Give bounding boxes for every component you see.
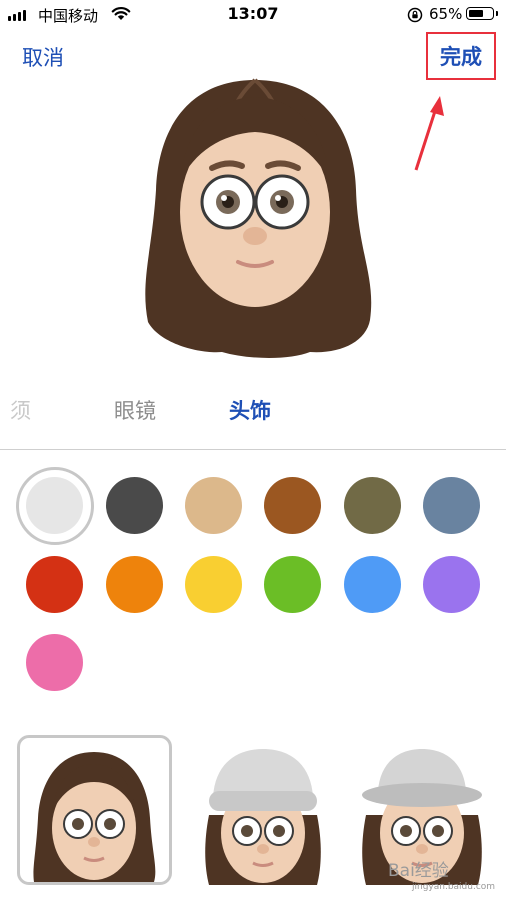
annotation-arrow-icon <box>414 96 444 171</box>
rotation-lock-icon <box>407 7 423 23</box>
done-button[interactable]: 完成 <box>426 32 496 80</box>
color-swatch[interactable] <box>106 556 163 613</box>
color-swatch[interactable] <box>26 556 83 613</box>
color-swatch[interactable] <box>185 556 242 613</box>
watermark-url: jingyan.baidu.com <box>412 882 496 892</box>
tab-glasses[interactable]: 眼镜 <box>114 395 156 425</box>
battery-percent: 65% <box>429 5 463 23</box>
avatar-beanie-thumbnail <box>205 749 321 885</box>
category-tabs: 须 眼镜 头饰 <box>0 395 506 429</box>
color-swatch[interactable] <box>344 477 401 534</box>
color-swatch[interactable] <box>26 634 83 691</box>
color-swatch[interactable] <box>26 477 83 534</box>
color-swatch[interactable] <box>423 556 480 613</box>
status-bar: 中国移动 13:07 65% <box>0 0 506 28</box>
color-swatch[interactable] <box>185 477 242 534</box>
tab-beard[interactable]: 须 <box>10 395 31 425</box>
divider <box>0 449 506 450</box>
cancel-button[interactable]: 取消 <box>22 42 64 72</box>
color-swatch[interactable] <box>264 477 321 534</box>
color-swatch[interactable] <box>423 477 480 534</box>
avatar-no-hat-thumbnail <box>33 752 156 882</box>
tab-headwear[interactable]: 头饰 <box>229 395 271 425</box>
memoji-avatar-preview <box>145 78 372 358</box>
color-swatch[interactable] <box>344 556 401 613</box>
color-swatch[interactable] <box>106 477 163 534</box>
watermark: Bai经验 <box>388 861 449 881</box>
style-option-none[interactable] <box>17 735 172 885</box>
style-option-beanie[interactable] <box>185 735 340 885</box>
color-swatch[interactable] <box>264 556 321 613</box>
battery-icon <box>466 7 498 20</box>
